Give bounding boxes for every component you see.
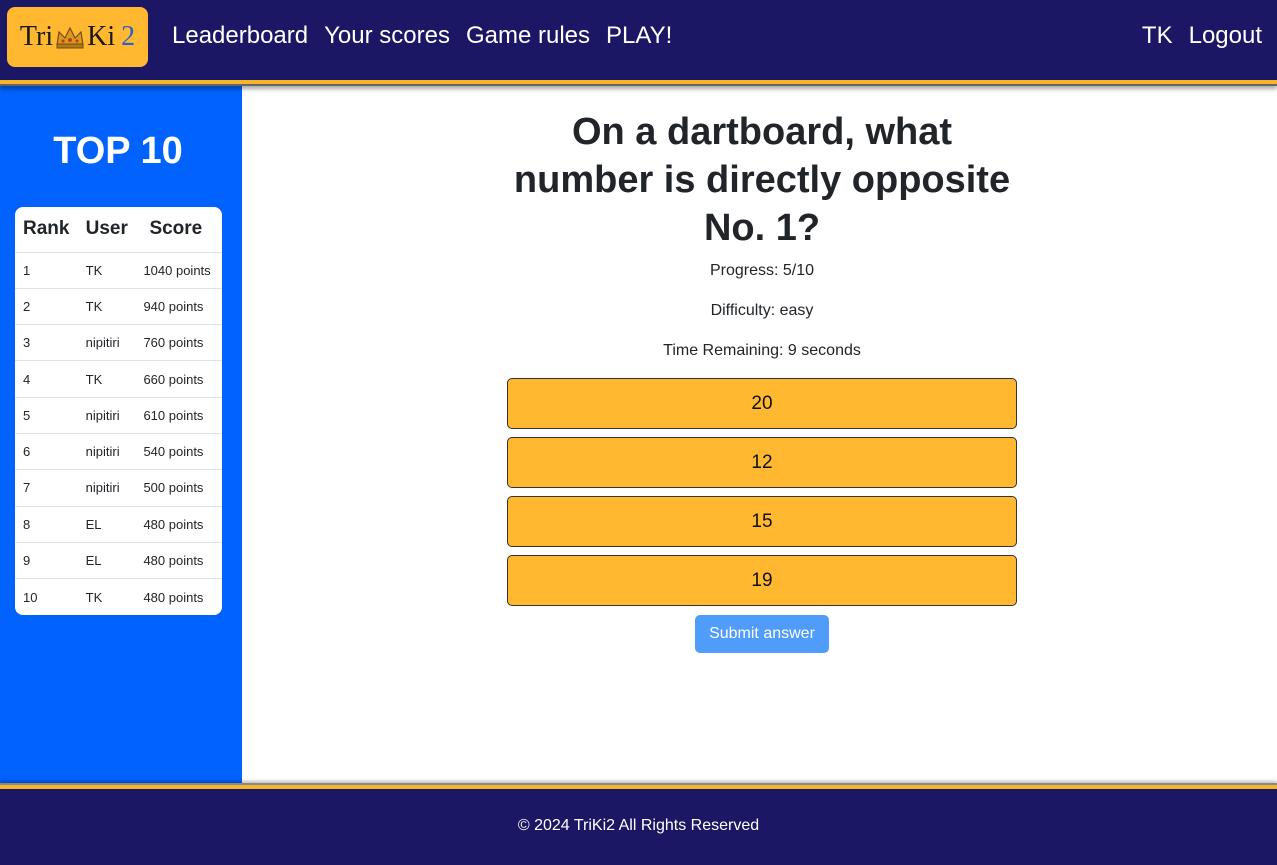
table-row: 8 EL 480 points xyxy=(15,506,222,543)
score-cell: 480 points xyxy=(143,589,204,605)
progress-text: Progress: 5/10 xyxy=(709,262,815,279)
score-cell: 480 points xyxy=(135,506,222,543)
nav-play[interactable]: PLAY! xyxy=(606,22,672,50)
rank-cell: 2 xyxy=(15,288,78,326)
footer-divider xyxy=(0,783,1277,789)
top10-table: Rank User Score 1 TK 1040 points 2 TK 940 po… xyxy=(15,207,222,615)
user-cell: TK xyxy=(77,252,136,289)
nav-leaderboard[interactable]: Leaderboard xyxy=(172,22,308,50)
rank-cell: 10 xyxy=(23,589,38,605)
column-header-rank: Rank xyxy=(15,207,78,253)
table-row: 4 TK 660 points xyxy=(15,360,222,398)
logout-link[interactable]: Logout xyxy=(1189,22,1262,50)
leaderboard-sidebar: TOP 10 Rank User Score 1 TK 1040 points 2T… xyxy=(0,86,242,786)
crown-icon xyxy=(55,25,85,49)
footer: © 2024 TriKi2 All Rights Reserved xyxy=(0,789,1277,865)
score-cell: 940 points xyxy=(135,288,222,326)
table-row: 9 EL 480 points xyxy=(15,542,222,580)
logo-text-ki: Ki xyxy=(87,21,116,52)
user-cell: TK xyxy=(77,360,136,398)
triki2-logo[interactable]: Tri Ki 2 xyxy=(7,7,148,67)
rank-cell: 9 xyxy=(15,542,78,580)
time-remaining-text: Time Remaining: 9 seconds xyxy=(663,342,861,359)
question-text: On a dartboard, what number is directly … xyxy=(513,111,1011,249)
user-cell: nipitiri xyxy=(77,433,136,471)
score-cell: 540 points xyxy=(135,433,222,471)
score-cell: 480 points xyxy=(135,542,222,580)
top10-card: Rank User Score 1 TK 1040 points 2 TK 940 po… xyxy=(15,207,222,615)
answer-option-button[interactable]: 20 xyxy=(507,378,1017,429)
table-row: 7 nipitiri 500 points xyxy=(15,469,222,507)
submit-answer-button[interactable]: Submit answer xyxy=(695,615,829,653)
score-cell: 1040 points xyxy=(135,252,222,289)
user-nav: TK Logout xyxy=(1142,22,1262,50)
rank-cell: 1 xyxy=(15,252,78,289)
nav-game-rules[interactable]: Game rules xyxy=(466,22,590,50)
user-cell: EL xyxy=(77,506,136,543)
answer-option-button[interactable]: 12 xyxy=(507,437,1017,488)
logo-text-2: 2 xyxy=(121,21,136,52)
difficulty-text: Difficulty: easy xyxy=(710,302,814,319)
user-cell: TK xyxy=(85,589,103,605)
rank-cell: 7 xyxy=(15,469,78,507)
sidebar-title: TOP 10 xyxy=(53,130,183,172)
table-header-row: Rank User Score xyxy=(15,207,222,253)
table-row: 6 nipitiri 540 points xyxy=(15,433,222,471)
answer-option-button[interactable]: 15 xyxy=(507,496,1017,547)
table-row: 2 TK 940 points xyxy=(15,288,222,326)
top-navbar: Tri Ki 2 Leaderboard Your scores Game ru… xyxy=(0,0,1277,80)
answer-option-button[interactable]: 19 xyxy=(507,555,1017,606)
user-cell: TK xyxy=(77,288,136,326)
user-profile-link[interactable]: TK xyxy=(1142,22,1173,50)
table-row: 10 TK 480 points xyxy=(15,579,222,615)
user-cell: nipitiri xyxy=(77,469,136,507)
score-cell: 660 points xyxy=(135,360,222,398)
nav-your-scores[interactable]: Your scores xyxy=(324,22,450,50)
answer-options: 20 12 15 19 xyxy=(507,378,1017,614)
score-cell: 760 points xyxy=(135,324,222,362)
main-nav: Leaderboard Your scores Game rules PLAY! xyxy=(172,22,672,50)
rank-cell: 6 xyxy=(15,433,78,471)
header-divider xyxy=(0,80,1277,86)
table-row: 3 nipitiri 760 points xyxy=(15,324,222,362)
user-cell: nipitiri xyxy=(77,397,136,434)
user-cell: nipitiri xyxy=(77,324,136,362)
table-row: 1 TK 1040 points xyxy=(15,252,222,289)
column-header-user: User xyxy=(77,207,136,253)
score-cell: 500 points xyxy=(135,469,222,507)
table-row: 5 nipitiri 610 points xyxy=(15,397,222,434)
rank-cell: 4 xyxy=(15,360,78,398)
rank-cell: 5 xyxy=(15,397,78,434)
column-header-score: Score xyxy=(135,207,222,253)
rank-cell: 3 xyxy=(15,324,78,362)
copyright-text: © 2024 TriKi2 All Rights Reserved xyxy=(517,817,760,834)
logo-text-tri: Tri xyxy=(19,21,54,52)
score-cell: 610 points xyxy=(135,397,222,434)
rank-cell: 8 xyxy=(15,506,78,543)
user-cell: EL xyxy=(77,542,136,580)
